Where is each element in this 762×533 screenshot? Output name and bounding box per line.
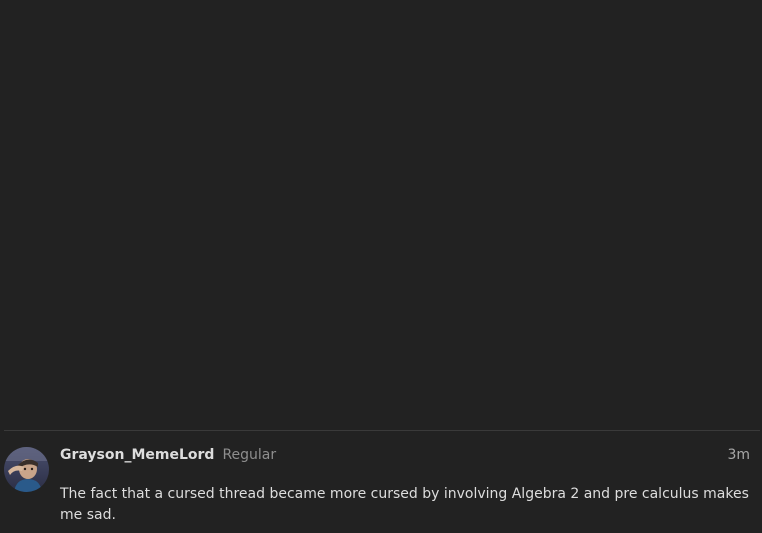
avatar-image xyxy=(4,447,49,492)
user-avatar-icon[interactable] xyxy=(4,447,49,492)
post-body: The fact that a cursed thread became mor… xyxy=(60,486,749,523)
username-link[interactable]: Grayson_MemeLord xyxy=(60,447,214,463)
user-title: Regular xyxy=(222,447,277,463)
post-time-link[interactable]: 3m xyxy=(727,447,750,463)
post: Grayson_MemeLord Regular 3m The fact tha… xyxy=(0,431,762,533)
topic-page: Grayson_MemeLord Regular 3m The fact tha… xyxy=(0,0,762,533)
post-meta: Grayson_MemeLord Regular 3m xyxy=(60,445,750,465)
empty-content-area xyxy=(0,0,762,430)
